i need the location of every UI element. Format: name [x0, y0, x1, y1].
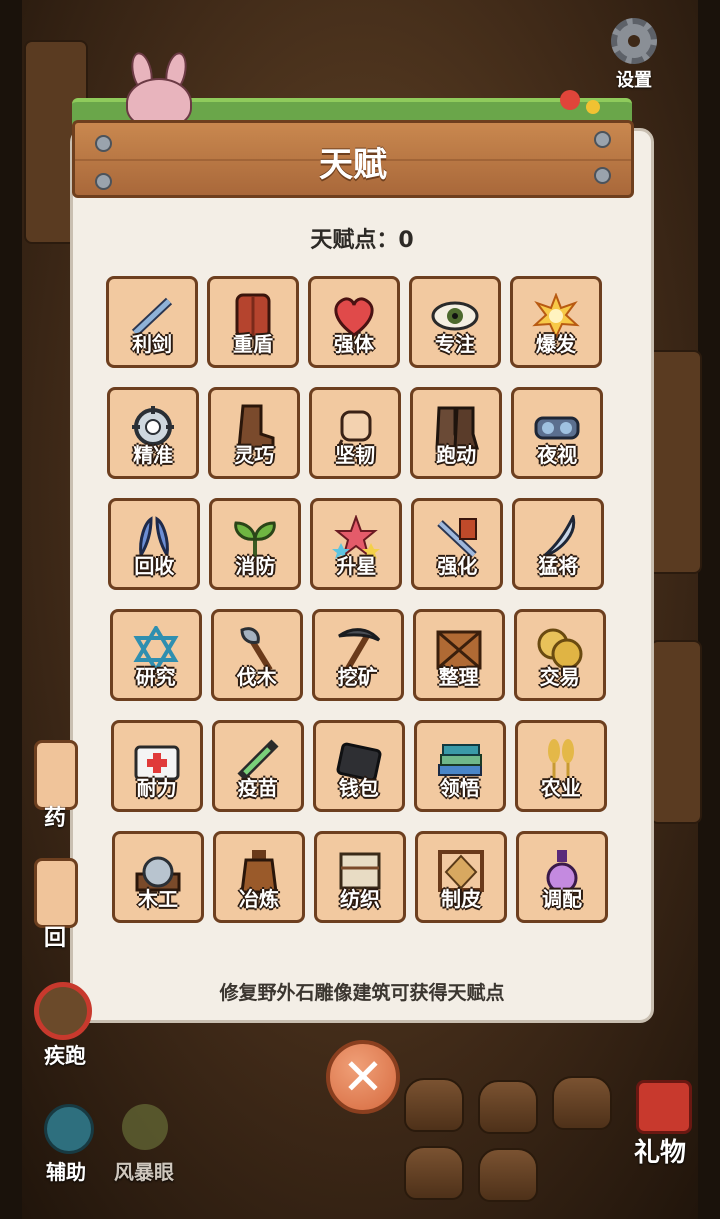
talent-cell[interactable]: 精准 — [107, 387, 200, 479]
talent-cell[interactable]: 灵巧 — [208, 387, 301, 479]
talent-label: 纺织 — [340, 887, 380, 911]
talent-cell[interactable]: 纺织 — [314, 831, 406, 923]
talent-label: 利剑 — [132, 332, 172, 356]
talent-label: 制皮 — [441, 887, 481, 911]
talent-cell[interactable]: 挖矿 — [311, 609, 404, 701]
talent-cell[interactable]: 强化 — [411, 498, 504, 590]
talent-cell[interactable]: 农业 — [514, 720, 607, 812]
background-edge-left — [0, 0, 22, 1219]
talent-cell[interactable]: 调配 — [516, 831, 608, 923]
talent-cell[interactable]: 整理 — [412, 609, 505, 701]
background-edge-right — [698, 0, 720, 1219]
close-icon: ✕ — [342, 1048, 384, 1106]
talent-cell[interactable]: 疫苗 — [211, 720, 304, 812]
talent-label: 消防 — [235, 554, 276, 578]
talent-label: 爆发 — [536, 332, 576, 356]
talent-cell[interactable]: 回收 — [108, 498, 201, 590]
talent-cell[interactable]: 交易 — [513, 609, 606, 701]
talent-label: 冶炼 — [239, 887, 279, 911]
talent-points: 天赋点：0 — [310, 228, 414, 253]
talent-cell[interactable]: 坚韧 — [309, 387, 402, 479]
talent-cell[interactable]: 冶炼 — [213, 831, 305, 923]
talent-label: 领悟 — [439, 776, 480, 800]
side-label: 回 — [44, 926, 67, 951]
side-item-card[interactable] — [34, 858, 78, 928]
talent-cell[interactable]: 利剑 — [106, 276, 198, 368]
talent-cell[interactable]: 强体 — [308, 276, 400, 368]
talent-cell[interactable]: 爆发 — [510, 276, 602, 368]
talent-label: 钱包 — [338, 776, 379, 800]
talent-label: 灵巧 — [234, 443, 275, 467]
assist-icon[interactable] — [44, 1104, 94, 1154]
talent-cell[interactable]: 重盾 — [207, 276, 299, 368]
flower-icon — [586, 100, 600, 114]
talent-cell[interactable]: 研究 — [109, 609, 202, 701]
settings-label: 设置 — [616, 70, 652, 91]
footer-note: 修复野外石雕像建筑可获得天赋点 — [219, 982, 505, 1004]
storm-eye-label: 风暴眼 — [114, 1160, 174, 1184]
tree-stump — [404, 1078, 464, 1132]
tree-stump — [478, 1080, 538, 1134]
talent-cell[interactable]: 跑动 — [410, 387, 503, 479]
talent-cell[interactable]: 领悟 — [413, 720, 506, 812]
sprint-icon[interactable] — [34, 982, 92, 1040]
talent-cell[interactable]: 制皮 — [415, 831, 507, 923]
dialog-header-plank: 天赋 — [72, 120, 634, 198]
talent-label: 重盾 — [233, 332, 273, 356]
talent-cell[interactable]: 伐木 — [210, 609, 303, 701]
talent-cell[interactable]: 夜视 — [511, 387, 604, 479]
talent-label: 跑动 — [436, 443, 477, 467]
background-wall — [650, 640, 702, 824]
settings-button[interactable]: 设置 — [604, 18, 664, 92]
tree-stump — [552, 1076, 612, 1130]
talent-cell[interactable]: 专注 — [409, 276, 501, 368]
talent-cell[interactable]: 消防 — [209, 498, 302, 590]
tree-stump — [478, 1148, 538, 1202]
close-button[interactable]: ✕ — [326, 1040, 400, 1114]
talent-label: 强化 — [437, 554, 478, 578]
talent-cell[interactable]: 升星 — [310, 498, 403, 590]
tree-stump — [404, 1146, 464, 1200]
gift-label: 礼物 — [634, 1138, 687, 1168]
talent-label: 猛将 — [538, 554, 579, 578]
gear-icon — [611, 18, 657, 64]
sprint-label: 疾跑 — [44, 1044, 86, 1068]
talent-label: 研究 — [135, 665, 176, 689]
talent-label: 挖矿 — [337, 665, 378, 689]
storm-eye-icon[interactable] — [122, 1104, 168, 1150]
talent-cell[interactable]: 木工 — [112, 831, 204, 923]
talent-label: 伐木 — [236, 665, 277, 689]
bunny-mascot-icon — [122, 50, 194, 128]
talent-label: 坚韧 — [335, 443, 376, 467]
talent-cell[interactable]: 钱包 — [312, 720, 405, 812]
talent-label: 疫苗 — [237, 776, 278, 800]
talent-label: 木工 — [138, 887, 178, 911]
talent-label: 升星 — [336, 554, 377, 578]
talent-label: 回收 — [134, 554, 175, 578]
talent-label: 农业 — [540, 776, 581, 800]
talent-label: 夜视 — [537, 443, 578, 467]
talent-label: 专注 — [435, 332, 475, 356]
talent-label: 强体 — [334, 332, 374, 356]
talent-cell[interactable]: 耐力 — [110, 720, 203, 812]
assist-label: 辅助 — [46, 1160, 86, 1184]
talent-label: 调配 — [542, 887, 582, 911]
talent-label: 耐力 — [136, 776, 177, 800]
side-label: 药 — [44, 806, 67, 831]
talent-label: 交易 — [539, 665, 580, 689]
talent-cell[interactable]: 猛将 — [512, 498, 605, 590]
dialog-title: 天赋 — [319, 145, 387, 185]
gift-icon[interactable] — [636, 1080, 692, 1134]
talent-label: 整理 — [438, 665, 479, 689]
talent-label: 精准 — [133, 443, 174, 467]
flower-icon — [560, 90, 580, 110]
